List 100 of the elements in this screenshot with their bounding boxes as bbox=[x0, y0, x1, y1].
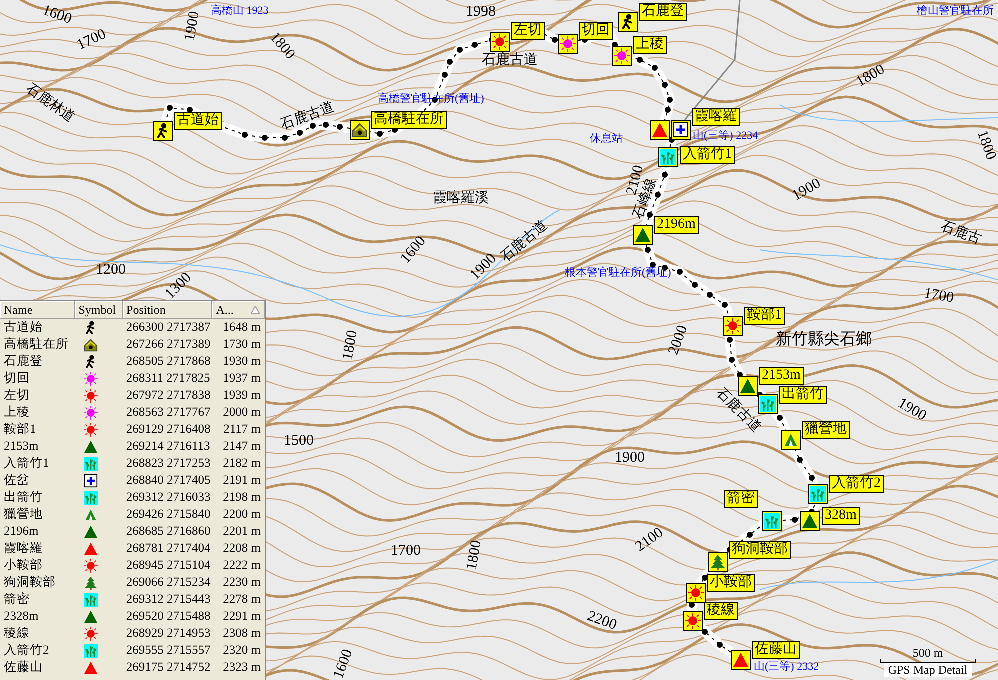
column-header[interactable]: A... bbox=[212, 301, 265, 319]
table-cell-text: 2291 m bbox=[222, 608, 262, 626]
place-label: 高橋山 1923 bbox=[211, 6, 269, 17]
table-cell-text: 268840 2717405 bbox=[125, 472, 212, 490]
table-cell-text: 佐岔 bbox=[3, 472, 31, 490]
table-cell-text: 切回 bbox=[3, 370, 31, 388]
waypoint-marker[interactable] bbox=[808, 484, 828, 504]
waypoint-label: 古道始 bbox=[174, 112, 222, 130]
waypoint-label: 上稜 bbox=[633, 36, 667, 54]
waypoint-marker[interactable] bbox=[658, 147, 678, 167]
place-label: 根本警官駐在所(舊址) bbox=[565, 268, 672, 279]
contour-label: 1900 bbox=[615, 451, 645, 466]
table-cell-text: 269520 2715488 bbox=[125, 608, 212, 626]
table-cell-text: 1937 m bbox=[222, 370, 262, 388]
waypoint-marker[interactable] bbox=[350, 120, 370, 140]
table-cell-text: 2328m bbox=[3, 608, 40, 626]
table-cell-text: 佐藤山 bbox=[3, 659, 44, 676]
table-cell-text: 269312 2715443 bbox=[125, 591, 212, 608]
table-cell-text: 269426 2715840 bbox=[125, 506, 212, 524]
column-header[interactable]: Position bbox=[122, 301, 212, 319]
grass-icon bbox=[84, 456, 98, 470]
contour-label: 1700 bbox=[922, 286, 956, 306]
grass-icon bbox=[84, 490, 98, 504]
grass-icon bbox=[810, 486, 826, 502]
contour-label: 1500 bbox=[284, 434, 314, 449]
contour-label: 1800 bbox=[974, 128, 998, 162]
waypoint-label: 出箭竹 bbox=[779, 386, 827, 404]
table-cell-text: 268929 2714953 bbox=[125, 625, 212, 642]
contour-label: 1700 bbox=[391, 544, 421, 559]
waypoint-marker[interactable] bbox=[708, 552, 728, 572]
table-cell-text: 鞍部1 bbox=[3, 421, 38, 438]
table-cell-text: 左切 bbox=[3, 387, 31, 404]
table-cell-text: 268685 2716860 bbox=[125, 523, 212, 540]
tree-icon bbox=[84, 576, 98, 590]
contour-label: 2000 bbox=[666, 324, 692, 358]
cross-icon bbox=[673, 122, 689, 138]
table-cell-text: 269175 2714752 bbox=[125, 659, 212, 676]
map-label: 石鹿古道 bbox=[713, 386, 763, 436]
waypoint-marker[interactable] bbox=[762, 511, 782, 531]
waypoint-label: 左切 bbox=[511, 22, 545, 40]
table-cell-text: 古道始 bbox=[3, 319, 44, 336]
sort-arrow-icon bbox=[251, 306, 260, 314]
contour-label: 1900 bbox=[790, 176, 824, 204]
tree-icon bbox=[710, 554, 726, 570]
table-cell-text: 267972 2717838 bbox=[125, 387, 212, 404]
table-cell-text: 268311 2717825 bbox=[125, 370, 212, 388]
waypoint-label: 切回 bbox=[579, 22, 613, 40]
waypoint-label: 入箭竹2 bbox=[829, 475, 884, 493]
column-header[interactable]: Symbol bbox=[74, 301, 123, 319]
cross-icon bbox=[84, 474, 98, 488]
tent-icon bbox=[783, 432, 799, 448]
waypoint-label: 箭密 bbox=[724, 490, 758, 508]
table-cell-text: 268563 2717767 bbox=[125, 404, 212, 422]
table-cell-text: 268945 2715104 bbox=[125, 557, 212, 574]
table-cell-text: 2201 m bbox=[222, 523, 262, 540]
contour-label: 1998 bbox=[466, 5, 496, 20]
contour-label: 2200 bbox=[585, 609, 619, 634]
waypoint-marker[interactable] bbox=[758, 394, 778, 414]
contour-label: 1800 bbox=[341, 329, 361, 362]
contour-label: 1200 bbox=[96, 263, 126, 278]
scale-distance: 500 m bbox=[912, 647, 944, 659]
table-cell-text: 2323 m bbox=[222, 659, 262, 676]
table-cell-text: 入箭竹2 bbox=[3, 642, 50, 660]
table-cell-text: 2230 m bbox=[222, 574, 262, 592]
table-cell-text: 2200 m bbox=[222, 506, 262, 524]
table-cell-text: 高橋駐在所 bbox=[3, 336, 70, 354]
waypoint-label: 獵營地 bbox=[802, 421, 850, 439]
table-cell-text: 269066 2715234 bbox=[125, 574, 212, 592]
waypoint-marker[interactable] bbox=[781, 430, 801, 450]
table-cell-text: 1730 m bbox=[222, 336, 262, 354]
waypoint-marker[interactable] bbox=[671, 120, 691, 140]
waypoint-marker[interactable] bbox=[618, 12, 638, 32]
table-cell-text: 2222 m bbox=[222, 557, 262, 574]
table-cell-text: 269129 2716408 bbox=[125, 421, 212, 438]
waypoint-label: 佐藤山 bbox=[752, 641, 800, 659]
table-cell-text: 狗洞鞍部 bbox=[3, 574, 57, 592]
map-label: 新竹縣尖石鄉 bbox=[776, 332, 872, 348]
table-cell-text: 268823 2717253 bbox=[125, 455, 212, 472]
table-cell-text: 出箭竹 bbox=[3, 489, 44, 506]
column-header[interactable]: Name bbox=[0, 301, 75, 319]
map-label: 石鹿古道 bbox=[499, 218, 551, 266]
table-cell-text: 2153m bbox=[3, 438, 40, 456]
table-cell-text: 2182 m bbox=[222, 455, 262, 472]
table-cell-text: 石鹿登 bbox=[3, 353, 44, 370]
table-cell-text: 箭密 bbox=[3, 591, 31, 608]
contour-label: 1800 bbox=[465, 539, 485, 572]
table-cell-text: 2191 m bbox=[222, 472, 262, 490]
waypoint-label: 石鹿登 bbox=[639, 3, 687, 21]
place-label: 休息站 bbox=[590, 134, 623, 145]
table-cell-text: 269214 2716113 bbox=[125, 438, 212, 456]
contour-label: 1600 bbox=[332, 648, 356, 680]
waypoint-marker[interactable] bbox=[153, 121, 173, 141]
map-label: 石鹿古道 bbox=[482, 54, 538, 68]
contour-label: 1800 bbox=[854, 62, 888, 90]
waypoint-label: 鞍部1 bbox=[744, 307, 785, 325]
waypoint-label: 328m bbox=[822, 507, 860, 525]
contour-label: 1900 bbox=[183, 10, 203, 43]
table-cell-text: 2308 m bbox=[222, 625, 262, 642]
hut-icon bbox=[352, 122, 368, 138]
waypoint-label: 小鞍部 bbox=[707, 574, 755, 592]
